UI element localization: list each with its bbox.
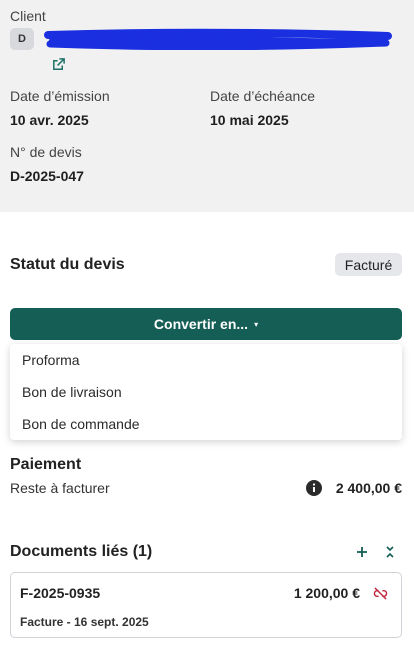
menu-item-purchase-order[interactable]: Bon de commande [10, 408, 402, 440]
collapse-icon[interactable] [382, 544, 398, 560]
quote-number-label: N° de devis [10, 144, 82, 160]
remaining-to-invoice-label: Reste à facturer [10, 480, 110, 496]
info-icon[interactable] [306, 480, 322, 496]
quote-header-panel: Client D Date d’émission 10 avr. 2025 Da… [0, 0, 414, 212]
emission-date-value: 10 avr. 2025 [10, 112, 89, 128]
status-badge: Facturé [335, 253, 402, 276]
linked-document-subtitle: Facture - 16 sept. 2025 [20, 615, 149, 629]
linked-documents-title: Documents liés (1) [10, 543, 153, 560]
convert-dropdown-menu: Proforma Bon de livraison Bon de command… [10, 344, 402, 440]
linked-document-number: F-2025-0935 [20, 585, 101, 601]
convert-button-label: Convertir en... [153, 316, 249, 332]
linked-document-amount: 1 200,00 € [293, 585, 360, 601]
client-avatar: D [10, 28, 34, 50]
due-date-value: 10 mai 2025 [210, 112, 289, 128]
menu-item-delivery-note[interactable]: Bon de livraison [10, 376, 402, 408]
payment-title: Paiement [10, 456, 82, 473]
quote-number-value: D-2025-047 [10, 168, 84, 184]
emission-date-label: Date d’émission [10, 88, 110, 104]
remaining-amount: 2 400,00 € [335, 480, 402, 496]
menu-item-proforma[interactable]: Proforma [10, 344, 402, 376]
due-date-label: Date d’échéance [210, 88, 316, 104]
convert-button[interactable]: Convertir en... ▾ [10, 308, 402, 340]
plus-icon[interactable] [354, 544, 370, 560]
unlink-icon[interactable] [373, 586, 388, 601]
chevron-down-icon: ▾ [254, 319, 259, 329]
client-name-redaction [44, 28, 392, 50]
linked-document-card[interactable]: F-2025-0935 1 200,00 € Facture - 16 sept… [10, 572, 402, 638]
quote-status-title: Statut du devis [10, 256, 125, 273]
external-link-icon[interactable] [51, 57, 66, 72]
client-label: Client [10, 8, 46, 24]
